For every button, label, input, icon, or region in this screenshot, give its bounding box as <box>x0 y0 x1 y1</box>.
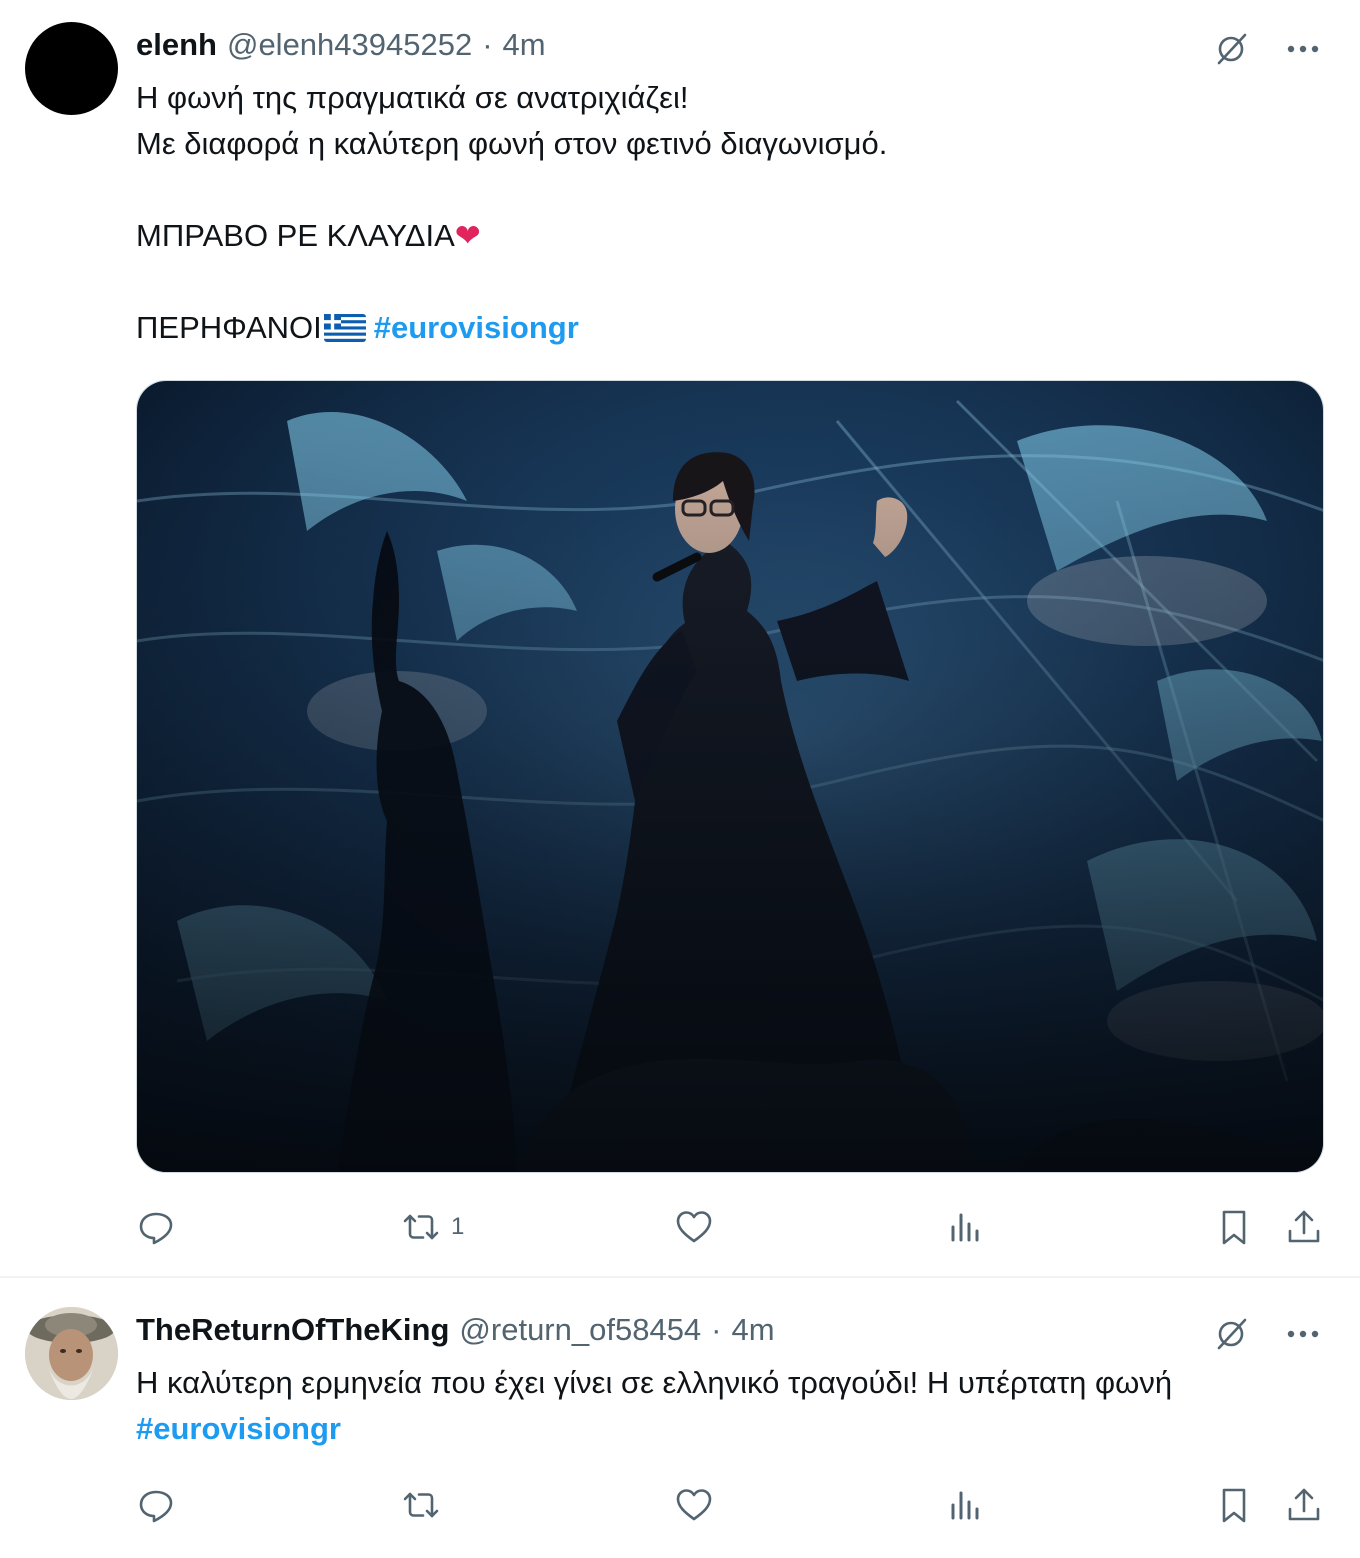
views-button[interactable] <box>944 1482 984 1528</box>
tweet-actions <box>136 1482 1326 1528</box>
more-dots-icon[interactable] <box>1282 28 1324 70</box>
shout-text: ΜΠΡΑΒΟ ΡΕ ΚΛΑΥΔΙΑ <box>136 218 455 253</box>
author-handle[interactable]: @elenh43945252 <box>227 25 472 65</box>
bookmark-icon <box>1214 1207 1254 1247</box>
retweet-count: 1 <box>451 1213 465 1240</box>
tweet-header: TheReturnOfTheKing @return_of58454 · 4m <box>136 1310 775 1350</box>
tweet-text: Η καλύτερη ερμηνεία που έχει γίνει σε ελ… <box>136 1360 1326 1452</box>
retweet-button[interactable]: 1 <box>399 1204 464 1250</box>
greek-flag-icon <box>323 309 366 355</box>
header-actions <box>1210 1313 1324 1355</box>
bookmark-icon <box>1214 1485 1254 1525</box>
hashtag-link[interactable]: #eurovisiongr <box>374 310 579 345</box>
proud-text: ΠΕΡΗΦΑΝΟΙ <box>136 310 322 345</box>
avatar[interactable] <box>25 1307 118 1400</box>
hashtag-link[interactable]: #eurovisiongr <box>136 1411 341 1446</box>
retweet-button[interactable] <box>399 1482 443 1528</box>
bookmark-button[interactable] <box>1214 1204 1254 1250</box>
tweet-time[interactable]: 4m <box>503 25 546 65</box>
heart-outline-icon <box>674 1485 714 1525</box>
retweet-arrows-icon <box>399 1485 443 1525</box>
author-handle[interactable]: @return_of58454 <box>459 1310 701 1350</box>
tweet-media-image[interactable] <box>136 380 1324 1173</box>
separator-dot: · <box>482 27 493 62</box>
retweet-arrows-icon <box>399 1207 443 1247</box>
tweet-text-line: Η φωνή της πραγματικά σε ανατριχιάζει! <box>136 80 689 115</box>
stage-photo <box>137 381 1323 1172</box>
header-actions <box>1210 28 1324 70</box>
tweet-text: Η φωνή της πραγματικά σε ανατριχιάζει! Μ… <box>136 75 1326 351</box>
tweet-text-line: Με διαφορά η καλύτερη φωνή στον φετινό δ… <box>136 126 888 161</box>
more-dots-icon[interactable] <box>1282 1313 1324 1355</box>
tweet-text-line: #eurovisiongr <box>136 1406 1326 1452</box>
heart-outline-icon <box>674 1207 714 1247</box>
tweet-text-line: ΠΕΡΗΦΑΝΟΙ #eurovisiongr <box>136 305 1326 351</box>
like-button[interactable] <box>674 1482 714 1528</box>
grok-slash-icon[interactable] <box>1210 28 1252 70</box>
author-name[interactable]: TheReturnOfTheKing <box>136 1310 449 1350</box>
views-button[interactable] <box>944 1204 984 1250</box>
tweet-text-line: Η καλύτερη ερμηνεία που έχει γίνει σε ελ… <box>136 1365 1173 1400</box>
avatar[interactable] <box>25 22 118 115</box>
reply-button[interactable] <box>136 1204 176 1250</box>
tweet-time[interactable]: 4m <box>732 1310 775 1350</box>
tweet-2[interactable]: TheReturnOfTheKing @return_of58454 · 4m … <box>0 1280 1360 1558</box>
tweet-actions: 1 <box>136 1204 1326 1250</box>
like-button[interactable] <box>674 1204 714 1250</box>
bookmark-button[interactable] <box>1214 1482 1254 1528</box>
tweet-text-line: ΜΠΡΑΒΟ ΡΕ ΚΛΑΥΔΙΑ❤ <box>136 213 1326 259</box>
bar-chart-icon <box>944 1485 984 1525</box>
author-name[interactable]: elenh <box>136 25 217 65</box>
share-button[interactable] <box>1284 1482 1324 1528</box>
share-upload-icon <box>1284 1207 1324 1247</box>
separator-dot: · <box>711 1312 722 1347</box>
heart-emoji: ❤ <box>454 218 481 253</box>
reply-bubble-icon <box>136 1485 176 1525</box>
share-upload-icon <box>1284 1485 1324 1525</box>
tweet-1[interactable]: elenh @elenh43945252 · 4m Η φωνή της πρα… <box>0 0 1360 1278</box>
grok-slash-icon[interactable] <box>1210 1313 1252 1355</box>
bar-chart-icon <box>944 1207 984 1247</box>
reply-bubble-icon <box>136 1207 176 1247</box>
tweet-header: elenh @elenh43945252 · 4m <box>136 25 546 65</box>
reply-button[interactable] <box>136 1482 176 1528</box>
share-button[interactable] <box>1284 1204 1324 1250</box>
